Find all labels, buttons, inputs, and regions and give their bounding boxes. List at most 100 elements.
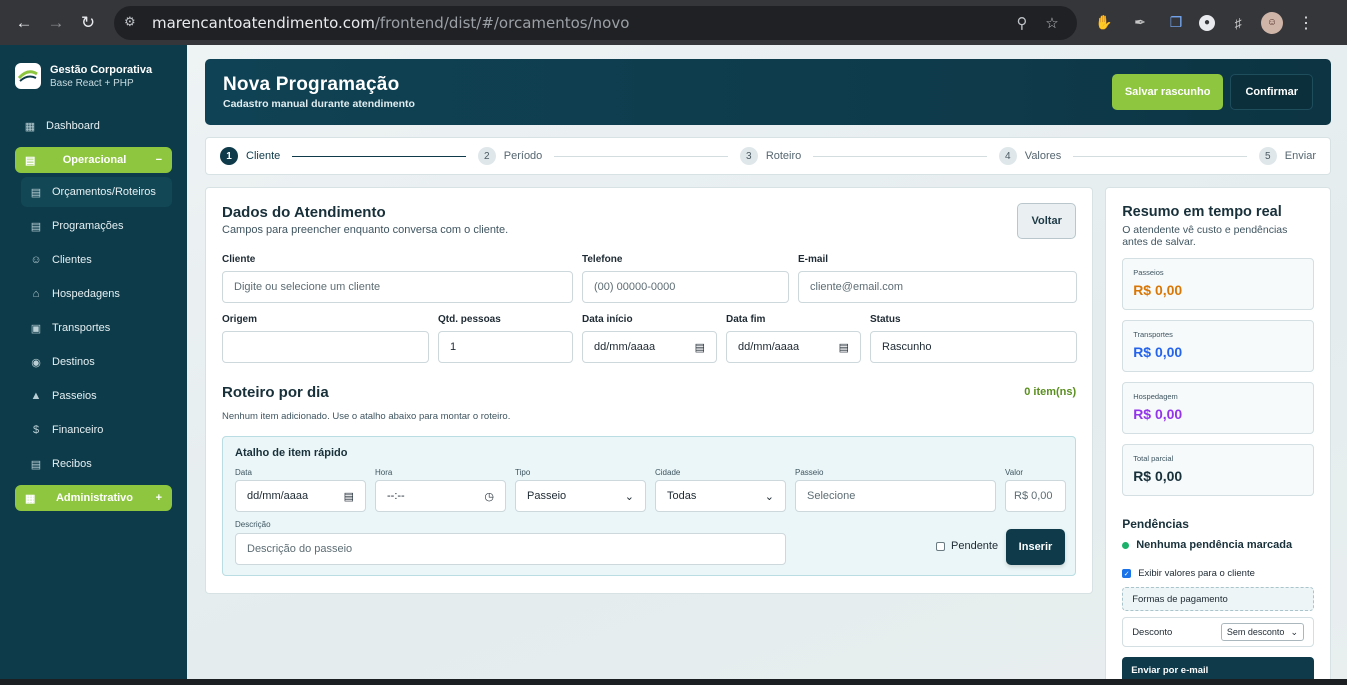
discount-row: Desconto Sem desconto ⌄ xyxy=(1122,617,1314,647)
back-button[interactable]: Voltar xyxy=(1017,203,1077,239)
main-content: Nova Programação Cadastro manual durante… xyxy=(187,45,1347,685)
sidebar-item-programacoes[interactable]: ▤ Programações xyxy=(21,209,172,243)
discount-label: Desconto xyxy=(1132,626,1173,638)
sidebar-item-label: Hospedagens xyxy=(52,288,120,300)
quick-tipo-select[interactable]: Passeio ⌄ xyxy=(515,480,646,512)
sidebar-item-destinos[interactable]: ◉ Destinos xyxy=(21,345,172,379)
summary-box-label: Transportes xyxy=(1133,330,1173,339)
insert-button[interactable]: Inserir xyxy=(1006,529,1065,565)
browser-menu-icon[interactable]: ⋮ xyxy=(1293,10,1319,36)
save-draft-button[interactable]: Salvar rascunho xyxy=(1111,74,1224,110)
sidebar-item-label: Passeios xyxy=(52,390,97,402)
roteiro-section: Roteiro por dia 0 item(ns) Nenhum item a… xyxy=(222,384,1076,422)
site-settings-icon[interactable]: ⚙ xyxy=(124,15,146,30)
back-arrow-icon[interactable]: ← xyxy=(8,7,40,39)
sidebar-item-label: Transportes xyxy=(52,322,111,334)
sidebar-item-financeiro[interactable]: $ Financeiro xyxy=(21,413,172,447)
summary-box-value: R$ 0,00 xyxy=(1133,282,1183,298)
extension-hand-icon[interactable]: ✋ xyxy=(1091,10,1117,36)
discount-value: Sem desconto xyxy=(1226,627,1285,637)
page-header: Nova Programação Cadastro manual durante… xyxy=(205,59,1331,125)
origem-label: Origem xyxy=(222,314,258,325)
zoom-icon[interactable]: ⚲ xyxy=(1007,14,1037,32)
quick-data-input[interactable]: dd/mm/aaaa ▤ xyxy=(235,480,366,512)
extension-circle-icon[interactable]: ● xyxy=(1199,14,1215,31)
data-inicio-input[interactable]: dd/mm/aaaa ▤ xyxy=(582,331,717,363)
show-values-checkbox[interactable]: ✓ Exibir valores para o cliente xyxy=(1122,568,1314,579)
calendar-icon[interactable]: ▤ xyxy=(344,490,354,503)
extension-copy-icon[interactable]: ❐ xyxy=(1163,10,1189,36)
forward-arrow-icon[interactable]: → xyxy=(40,7,72,39)
url-path: /frontend/dist/#/orcamentos/novo xyxy=(374,13,630,32)
reload-icon[interactable]: ↻ xyxy=(72,7,104,39)
step-periodo[interactable]: 2 Período xyxy=(477,147,542,165)
roteiro-empty-text: Nenhum item adicionado. Use o atalho aba… xyxy=(222,411,511,422)
pendencias-text: Nenhuma pendência marcada xyxy=(1136,539,1293,551)
document-icon: ▤ xyxy=(30,220,42,233)
step-valores[interactable]: 4 Valores xyxy=(998,147,1062,165)
extensions-puzzle-icon[interactable]: ♯ xyxy=(1225,10,1251,36)
quick-descricao-input[interactable]: Descrição do passeio xyxy=(235,533,786,565)
data-fim-input[interactable]: dd/mm/aaaa ▤ xyxy=(726,331,861,363)
checkbox-box[interactable] xyxy=(936,541,945,551)
step-label: Valores xyxy=(1024,150,1062,162)
checkmark-icon[interactable]: ✓ xyxy=(1122,569,1132,578)
data-inicio-label: Data início xyxy=(582,314,633,325)
brand-logo-icon xyxy=(15,63,41,89)
data-inicio-value: dd/mm/aaaa xyxy=(594,341,656,353)
sidebar-group-administrativo[interactable]: ▦ Administrativo + xyxy=(15,485,172,511)
quick-passeio-label: Passeio xyxy=(795,468,824,477)
email-label: E-mail xyxy=(798,254,829,265)
qtd-pessoas-input[interactable]: 1 xyxy=(438,331,573,363)
sidebar-item-hospedagens[interactable]: ⌂ Hospedagens xyxy=(21,277,172,311)
bookmark-star-icon[interactable]: ☆ xyxy=(1037,14,1067,32)
summary-box-passeios: Passeios R$ 0,00 xyxy=(1122,258,1314,310)
origem-input[interactable] xyxy=(222,331,429,363)
step-number: 4 xyxy=(998,147,1017,165)
sidebar-item-label: Destinos xyxy=(52,356,95,368)
brand-subtitle: Base React + PHP xyxy=(50,77,134,89)
quick-passeio-input[interactable]: Selecione xyxy=(795,480,996,512)
clock-icon[interactable]: ◷ xyxy=(484,490,494,503)
sidebar-item-orcamentos[interactable]: ▤ Orçamentos/Roteiros xyxy=(21,177,172,207)
confirm-button[interactable]: Confirmar xyxy=(1230,74,1313,110)
step-label: Roteiro xyxy=(765,150,802,162)
grid-icon: ▦ xyxy=(24,120,36,133)
sidebar-item-recibos[interactable]: ▤ Recibos xyxy=(21,447,172,481)
grid-icon: ▦ xyxy=(25,492,36,505)
sidebar: Gestão Corporativa Base React + PHP ▦ Da… xyxy=(0,45,187,685)
cliente-input[interactable]: Digite ou selecione um cliente xyxy=(222,271,573,303)
address-bar[interactable]: ⚙ marencantoatendimento.com/frontend/dis… xyxy=(114,5,1077,40)
truck-icon: ▣ xyxy=(30,322,42,335)
sidebar-item-transportes[interactable]: ▣ Transportes xyxy=(21,311,172,345)
calendar-icon[interactable]: ▤ xyxy=(839,341,849,354)
extension-eyedropper-icon[interactable]: ✒ xyxy=(1127,10,1153,36)
sidebar-group-label: Administrativo xyxy=(55,492,133,504)
discount-select[interactable]: Sem desconto ⌄ xyxy=(1220,623,1304,641)
pendente-checkbox[interactable]: Pendente xyxy=(936,540,998,552)
telefone-input[interactable]: (00) 00000-0000 xyxy=(582,271,789,303)
quick-valor-input[interactable]: R$ 0,00 xyxy=(1005,480,1066,512)
sidebar-item-clientes[interactable]: ☺ Clientes xyxy=(21,243,172,277)
status-input[interactable]: Rascunho xyxy=(870,331,1077,363)
step-cliente[interactable]: 1 Cliente xyxy=(220,147,280,165)
quick-cidade-select[interactable]: Todas ⌄ xyxy=(655,480,786,512)
email-input[interactable]: cliente@email.com xyxy=(798,271,1077,303)
step-roteiro[interactable]: 3 Roteiro xyxy=(739,147,802,165)
sidebar-item-passeios[interactable]: ▲ Passeios xyxy=(21,379,172,413)
quick-hora-input[interactable]: --:-- ◷ xyxy=(375,480,506,512)
calendar-icon[interactable]: ▤ xyxy=(695,341,705,354)
payment-methods[interactable]: Formas de pagamento xyxy=(1122,587,1314,611)
step-label: Enviar xyxy=(1284,150,1316,162)
quick-item-panel: Atalho de item rápido Data dd/mm/aaaa ▤ H… xyxy=(222,436,1077,576)
profile-avatar[interactable]: ☺ xyxy=(1261,11,1283,34)
sidebar-item-dashboard[interactable]: ▦ Dashboard xyxy=(15,109,172,143)
sidebar-group-operacional[interactable]: ▤ Operacional − xyxy=(15,147,172,173)
summary-card: Resumo em tempo real O atendente vê cust… xyxy=(1105,187,1331,685)
sidebar-item-label: Financeiro xyxy=(52,424,104,436)
summary-box-value: R$ 0,00 xyxy=(1133,344,1183,360)
summary-box-label: Passeios xyxy=(1133,268,1164,277)
quick-tipo-label: Tipo xyxy=(515,468,531,477)
step-enviar[interactable]: 5 Enviar xyxy=(1258,147,1316,165)
step-label: Cliente xyxy=(246,150,281,162)
